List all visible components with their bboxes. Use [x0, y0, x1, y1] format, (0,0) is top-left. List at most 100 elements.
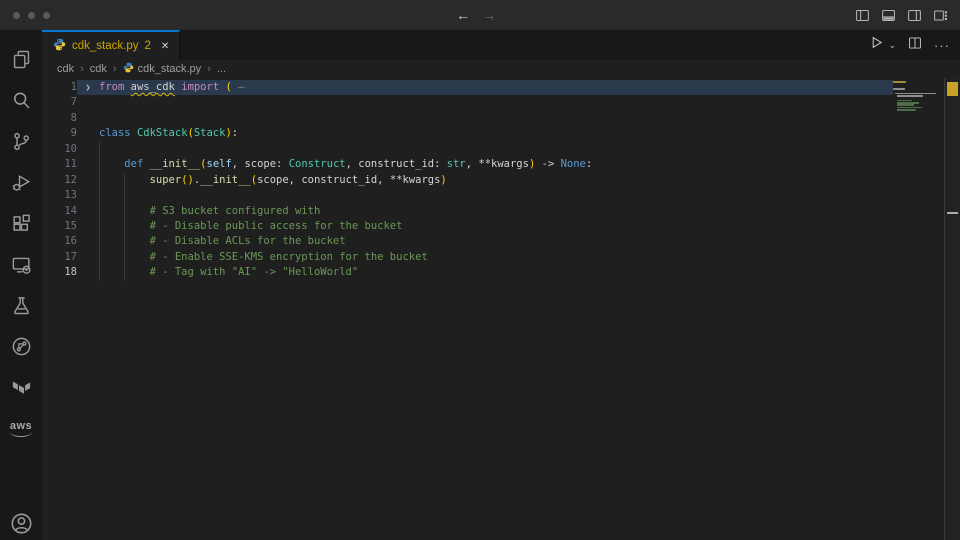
window-dot-icon[interactable] [13, 12, 20, 19]
split-editor-icon[interactable] [908, 36, 922, 55]
code-text: # - Tag with "AI" -> "HelloWorld" [99, 265, 893, 280]
fold-gutter [77, 250, 99, 265]
tab-cdk-stack[interactable]: cdk_stack.py 2 ✕ [42, 30, 180, 60]
fold-gutter [77, 157, 99, 172]
breadcrumb-file[interactable]: cdk_stack.py [138, 63, 202, 75]
window-controls[interactable] [13, 12, 50, 19]
fold-gutter [77, 204, 99, 219]
breadcrumb-symbol[interactable]: ... [217, 63, 226, 75]
code-line[interactable]: 18 # - Tag with "AI" -> "HelloWorld" [42, 265, 893, 280]
toggle-secondary-sidebar-icon[interactable] [907, 8, 922, 23]
fold-gutter [77, 111, 99, 126]
nav-back-icon[interactable]: ← [456, 7, 470, 23]
python-file-icon [53, 38, 66, 54]
terraform-icon[interactable] [0, 367, 42, 408]
titlebar: ← → [0, 0, 960, 30]
line-number[interactable]: 10 [42, 142, 77, 157]
line-number[interactable]: 11 [42, 157, 77, 172]
chevron-right-icon: › [80, 63, 84, 75]
pipeline-circle-icon[interactable] [0, 326, 42, 367]
indent-guide [124, 219, 125, 234]
line-number[interactable]: 14 [42, 204, 77, 219]
line-number[interactable]: 15 [42, 219, 77, 234]
code-line[interactable]: 13 [42, 188, 893, 203]
line-number[interactable]: 8 [42, 111, 77, 126]
line-number[interactable]: 7 [42, 95, 77, 110]
run-and-debug-icon[interactable] [0, 162, 42, 203]
fold-gutter [77, 234, 99, 249]
remote-explorer-icon[interactable] [0, 244, 42, 285]
indent-guide [124, 173, 125, 188]
nav-forward-icon[interactable]: → [482, 7, 496, 23]
explorer-icon[interactable] [0, 39, 42, 80]
accounts-icon[interactable] [0, 506, 42, 540]
code-line[interactable]: 11 def __init__(self, scope: Construct, … [42, 157, 893, 172]
editor-pane[interactable]: 1❯from aws_cdk import ( –789class CdkSta… [42, 78, 960, 540]
fold-gutter [77, 142, 99, 157]
customize-layout-icon[interactable] [933, 8, 948, 23]
minimap[interactable] [893, 78, 944, 540]
indent-guide [99, 188, 100, 203]
indent-guide [124, 188, 125, 203]
code-line[interactable]: 14 # S3 bucket configured with [42, 204, 893, 219]
code-text [99, 111, 893, 126]
chevron-right-icon: › [113, 63, 117, 75]
python-file-icon [123, 62, 134, 76]
aws-icon[interactable]: aws [0, 408, 42, 449]
tab-problems-badge: 2 [144, 40, 150, 52]
code-text [99, 95, 893, 110]
line-number[interactable]: 1 [42, 80, 77, 95]
ruler-cursor-marker [947, 212, 958, 214]
code-line[interactable]: 17 # - Enable SSE-KMS encryption for the… [42, 250, 893, 265]
extensions-icon[interactable] [0, 203, 42, 244]
ruler-warning-marker [947, 82, 958, 96]
indent-guide [99, 265, 100, 280]
tab-bar: cdk_stack.py 2 ✕ ⌄ ··· [42, 30, 960, 60]
search-icon[interactable] [0, 80, 42, 121]
fold-gutter [77, 95, 99, 110]
breadcrumb-folder[interactable]: cdk [57, 63, 74, 75]
toggle-primary-sidebar-icon[interactable] [855, 8, 870, 23]
code-line[interactable]: 10 [42, 142, 893, 157]
window-dot-icon[interactable] [28, 12, 35, 19]
code-text: class CdkStack(Stack): [99, 126, 893, 141]
source-control-icon[interactable] [0, 121, 42, 162]
code-line[interactable]: 7 [42, 95, 893, 110]
code-line[interactable]: 1❯from aws_cdk import ( – [42, 80, 893, 95]
code-text: # - Enable SSE-KMS encryption for the bu… [99, 250, 893, 265]
tab-close-icon[interactable]: ✕ [161, 41, 169, 52]
run-dropdown-chevron-icon[interactable]: ⌄ [888, 40, 896, 51]
code-line[interactable]: 15 # - Disable public access for the buc… [42, 219, 893, 234]
line-number[interactable]: 12 [42, 173, 77, 188]
breadcrumb-folder[interactable]: cdk [90, 63, 107, 75]
code-text: from aws_cdk import ( – [99, 80, 893, 95]
fold-chevron-icon[interactable]: ❯ [77, 80, 99, 95]
more-actions-icon[interactable]: ··· [934, 38, 950, 53]
indent-guide [124, 234, 125, 249]
line-number[interactable]: 18 [42, 265, 77, 280]
code-text [99, 188, 893, 203]
line-number[interactable]: 16 [42, 234, 77, 249]
code-lines: 1❯from aws_cdk import ( –789class CdkSta… [42, 80, 893, 281]
toggle-panel-icon[interactable] [881, 8, 896, 23]
overview-ruler[interactable] [944, 78, 960, 540]
aws-swoosh-icon [10, 430, 32, 437]
indent-guide [124, 250, 125, 265]
fold-gutter [77, 219, 99, 234]
indent-guide [124, 204, 125, 219]
code-line[interactable]: 8 [42, 111, 893, 126]
window-dot-icon[interactable] [43, 12, 50, 19]
fold-gutter [77, 188, 99, 203]
line-number[interactable]: 9 [42, 126, 77, 141]
activity-bar: aws [0, 30, 42, 540]
code-text: def __init__(self, scope: Construct, con… [99, 157, 893, 172]
run-python-file-icon[interactable] [869, 35, 884, 55]
code-text: # - Disable public access for the bucket [99, 219, 893, 234]
code-line[interactable]: 9 class CdkStack(Stack): [42, 126, 893, 141]
line-number[interactable]: 13 [42, 188, 77, 203]
line-number[interactable]: 17 [42, 250, 77, 265]
indent-guide [124, 265, 125, 280]
code-line[interactable]: 12 super().__init__(scope, construct_id,… [42, 173, 893, 188]
code-line[interactable]: 16 # - Disable ACLs for the bucket [42, 234, 893, 249]
testing-beaker-icon[interactable] [0, 285, 42, 326]
